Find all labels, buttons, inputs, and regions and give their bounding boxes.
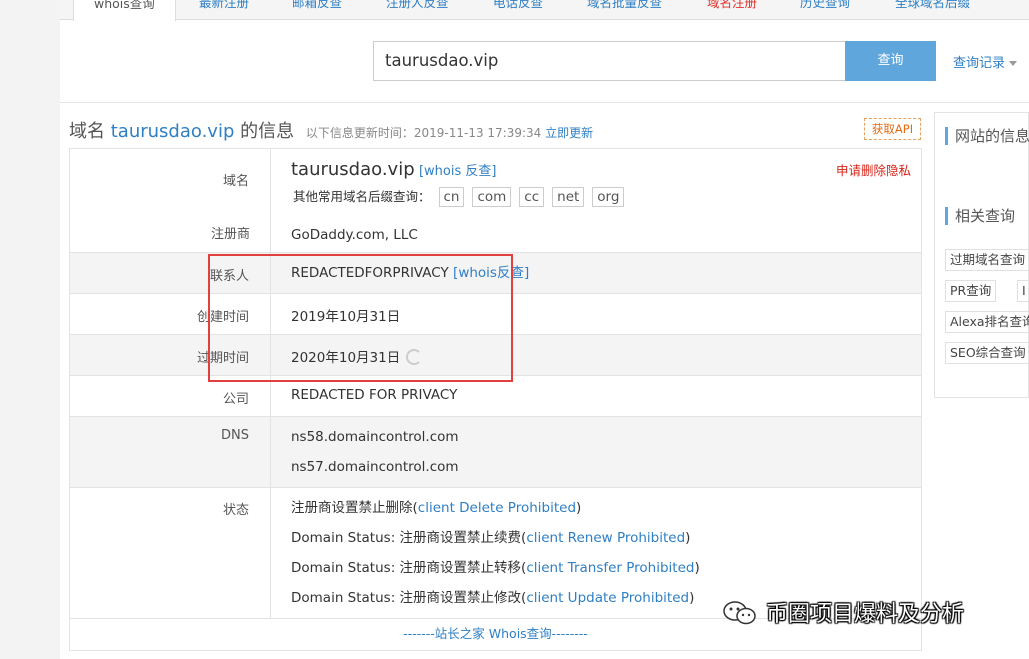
search-input[interactable]: taurusdao.vip <box>373 41 846 81</box>
divider <box>60 102 1029 103</box>
tab-whois[interactable]: whois查询 <box>73 0 176 21</box>
registrar-value: GoDaddy.com, LLC <box>291 227 418 243</box>
sidebar-title-related: 相关查询 <box>945 207 1015 225</box>
tab-registrant-reverse[interactable]: 注册人反查 <box>386 0 449 20</box>
dns-server: ns58.domaincontrol.com <box>291 429 459 445</box>
get-api-button[interactable]: 获取API <box>864 118 921 140</box>
tab-latest-registered[interactable]: 最新注册 <box>199 0 249 20</box>
search-button[interactable]: 查询 <box>845 41 936 81</box>
status-link[interactable]: client Update Prohibited <box>526 590 689 606</box>
status-line: 注册商设置禁止删除(client Delete Prohibited) <box>291 500 582 516</box>
label-dns: DNS <box>70 417 271 487</box>
status-link[interactable]: client Transfer Prohibited <box>526 560 694 576</box>
sidebar-ip-query[interactable]: I <box>1017 280 1029 302</box>
tab-phone-reverse[interactable]: 电话反查 <box>493 0 543 20</box>
tab-global-suffix[interactable]: 全球域名后缀 <box>895 0 970 20</box>
update-time: 以下信息更新时间：2019-11-13 17:39:34 立即更新 <box>306 126 593 140</box>
domain-name: taurusdao.vip <box>291 159 415 180</box>
wechat-icon <box>723 601 756 625</box>
sidebar-pr-query[interactable]: PR查询 <box>945 280 997 302</box>
watermark: 币圈项目爆料及分析 <box>722 596 964 628</box>
watermark-text: 币圈项目爆料及分析 <box>766 602 965 627</box>
chevron-down-icon <box>1009 61 1018 66</box>
tab-email-reverse[interactable]: 邮箱反查 <box>292 0 342 20</box>
value-status: 注册商设置禁止删除(client Delete Prohibited) Doma… <box>271 488 921 607</box>
value-domain: taurusdao.vip [whois 反查] 其他常用域名后缀查询： cn … <box>271 149 921 243</box>
row-dns: DNS ns58.domaincontrol.com ns57.domainco… <box>70 417 921 488</box>
suffix-net[interactable]: net <box>552 187 585 207</box>
sidebar-seo-query[interactable]: SEO综合查询 <box>945 342 1029 364</box>
row-company: 公司 REDACTED FOR PRIVACY <box>70 376 921 417</box>
tab-bar: whois查询 最新注册 邮箱反查 注册人反查 电话反查 域名批量反查 域名注册… <box>60 0 1029 21</box>
suffix-query: 其他常用域名后缀查询： cn com cc net org <box>291 186 921 207</box>
label-registrar: 注册商 <box>210 227 250 242</box>
right-sidebar: 网站的信息 相关查询 过期域名查询 PR查询 I Alexa排名查询 SEO综合… <box>934 112 1029 398</box>
title-domain[interactable]: taurusdao.vip <box>111 121 235 142</box>
label-company: 公司 <box>70 376 271 416</box>
suffix-cn[interactable]: cn <box>438 187 465 207</box>
suffix-org[interactable]: org <box>592 187 625 207</box>
status-link[interactable]: client Renew Prohibited <box>526 530 685 546</box>
dns-server: ns57.domaincontrol.com <box>291 459 459 475</box>
value-dns: ns58.domaincontrol.com ns57.domaincontro… <box>271 417 921 476</box>
title-suffix: 的信息 <box>240 121 295 142</box>
history-dropdown[interactable]: 查询记录 <box>953 52 1018 71</box>
page-title: 域名 taurusdao.vip 的信息 以下信息更新时间：2019-11-13… <box>69 117 593 143</box>
page: whois查询 最新注册 邮箱反查 注册人反查 电话反查 域名批量反查 域名注册… <box>60 0 1029 659</box>
tab-domain-register[interactable]: 域名注册 <box>707 0 757 20</box>
sidebar-alexa-query[interactable]: Alexa排名查询 <box>945 311 1029 333</box>
tab-batch-reverse[interactable]: 域名批量反查 <box>587 0 662 20</box>
sidebar-expired-domain-query[interactable]: 过期域名查询 <box>945 249 1029 271</box>
status-line: Domain Status: 注册商设置禁止续费(client Renew Pr… <box>291 530 691 546</box>
suffix-label: 其他常用域名后缀查询： <box>293 189 431 204</box>
row-domain: 域名 taurusdao.vip [whois 反查] 其他常用域名后缀查询： … <box>70 149 921 253</box>
whois-table: 域名 taurusdao.vip [whois 反查] 其他常用域名后缀查询： … <box>69 148 922 651</box>
update-text: 以下信息更新时间：2019-11-13 17:39:34 <box>305 126 542 140</box>
title-prefix: 域名 <box>69 121 105 142</box>
update-now-link[interactable]: 立即更新 <box>545 126 593 140</box>
sidebar-title-site-info: 网站的信息 <box>945 127 1029 145</box>
suffix-cc[interactable]: cc <box>519 187 545 207</box>
label-status: 状态 <box>70 488 271 618</box>
highlight-box <box>208 254 513 382</box>
status-line: Domain Status: 注册商设置禁止转移(client Transfer… <box>291 560 700 576</box>
privacy-delete-link[interactable]: 申请删除隐私 <box>836 160 911 179</box>
tab-history[interactable]: 历史查询 <box>800 0 850 20</box>
whois-reverse-link[interactable]: [whois 反查] <box>419 164 497 179</box>
history-label: 查询记录 <box>953 56 1006 71</box>
status-link[interactable]: client Delete Prohibited <box>418 500 576 516</box>
suffix-com[interactable]: com <box>472 187 512 207</box>
